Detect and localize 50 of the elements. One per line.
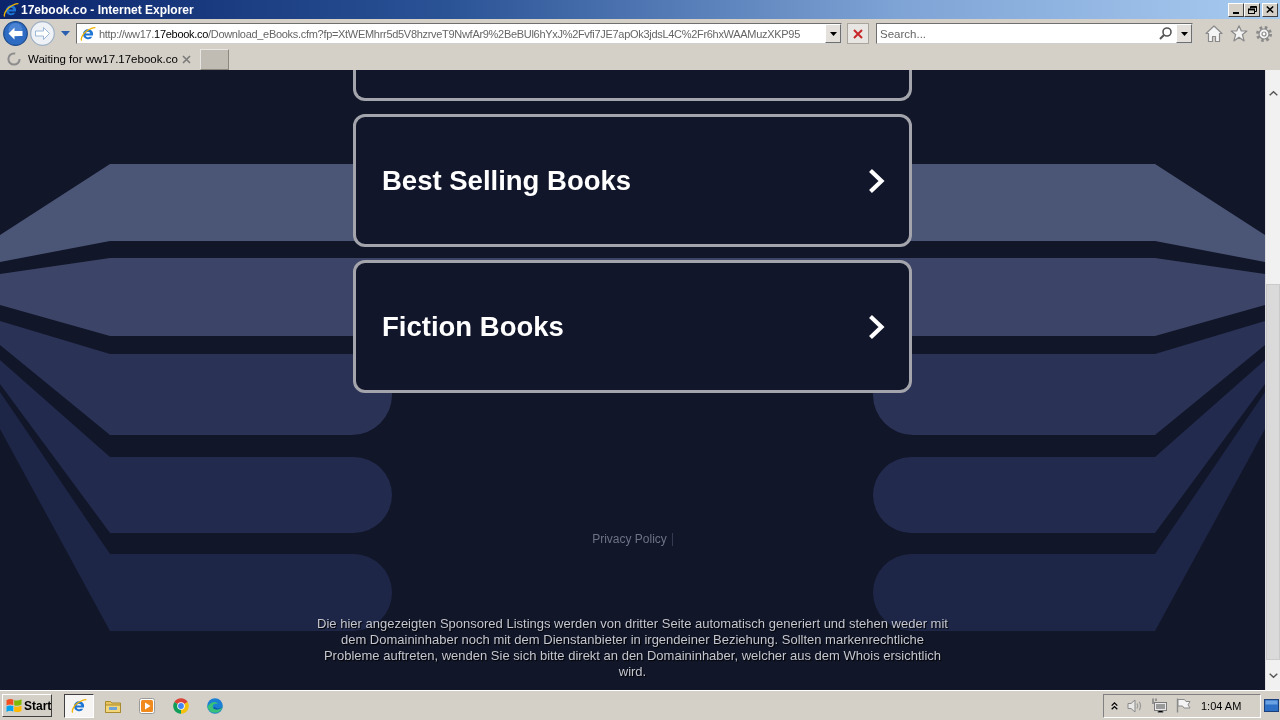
search-icon[interactable] (1159, 27, 1172, 40)
minimize-button[interactable] (1228, 2, 1244, 17)
wave-logo-icon[interactable] (207, 697, 223, 714)
scrollbar[interactable] (1265, 70, 1280, 690)
speaker-icon[interactable] (1127, 698, 1143, 713)
caret-down-icon[interactable] (1268, 672, 1278, 678)
stop-button[interactable] (847, 23, 869, 44)
restore-button[interactable] (1244, 2, 1260, 17)
network-icon[interactable] (1151, 698, 1167, 713)
desktop-icon[interactable] (1264, 699, 1279, 712)
search-box[interactable]: Search... (876, 23, 1193, 44)
e-logo-icon (80, 25, 96, 42)
window-title: 17ebook.co - Internet Explorer (21, 2, 194, 17)
chevron-right-icon (867, 166, 885, 195)
dropdown-button[interactable] (1176, 24, 1192, 43)
scrollbar-thumb[interactable] (1266, 284, 1280, 660)
link-card[interactable]: Best Selling Books (353, 114, 912, 247)
clock: 1:04 AM (1201, 699, 1242, 712)
home-icon[interactable] (1205, 25, 1223, 42)
link-card[interactable] (353, 70, 912, 101)
close-icon (1266, 6, 1274, 13)
chevron-right-icon (867, 312, 885, 341)
tricolor-circle-icon[interactable] (173, 697, 189, 714)
minimize-icon (1233, 11, 1239, 14)
dropdown-button[interactable] (825, 24, 841, 43)
privacy-policy-link[interactable]: Privacy Policy (592, 532, 667, 546)
e-logo-icon (3, 1, 19, 18)
disclaimer-text: Die hier angezeigten Sponsored Listings werden von dritter Seite automatisch generiert und stehen weder mit dem Domaininhaber noch mit dem Dienstanbieter in irgendeiner Beziehung. Sollten markenrechtliche Probleme auftreten, wenden Sie sich bitte direkt an den Domaininhaber, welcher aus dem Whois ersichtlich wird. (316, 616, 949, 680)
link-card[interactable]: Fiction Books (353, 260, 912, 393)
flag-icon[interactable] (1176, 698, 1191, 713)
e-logo-icon[interactable] (71, 697, 87, 714)
start-button[interactable]: Start (2, 694, 52, 717)
close-button[interactable] (1262, 2, 1278, 17)
caret-down-icon (829, 31, 837, 36)
caret-down-icon (1180, 31, 1188, 36)
close-icon[interactable] (182, 54, 191, 64)
double-caret-up-icon[interactable] (1111, 701, 1118, 710)
four-square-logo-icon (6, 698, 22, 713)
caret-down-icon[interactable] (61, 31, 70, 36)
caret-up-icon[interactable] (1268, 90, 1278, 96)
search-field[interactable]: Search... (877, 24, 1155, 43)
x-icon (853, 28, 863, 39)
taskbar-button[interactable] (64, 693, 94, 718)
arrow-left-icon[interactable] (3, 21, 28, 46)
settings-icon[interactable] (1255, 24, 1273, 43)
play-icon[interactable] (139, 697, 155, 714)
restore-icon (1247, 5, 1257, 14)
address-field[interactable]: http://ww17.17ebook.co/Download_eBooks.cfm?fp=XtWEMhrr5d5V8hzrveT9NwfAr9%2BeBUl6hYxJ%2Fvfi7JE7apOk3jdsL4C%2Fr6hxWAAMuzXKP95 (76, 23, 842, 44)
new-tab-button[interactable] (200, 48, 229, 70)
star-icon[interactable] (1230, 25, 1248, 42)
